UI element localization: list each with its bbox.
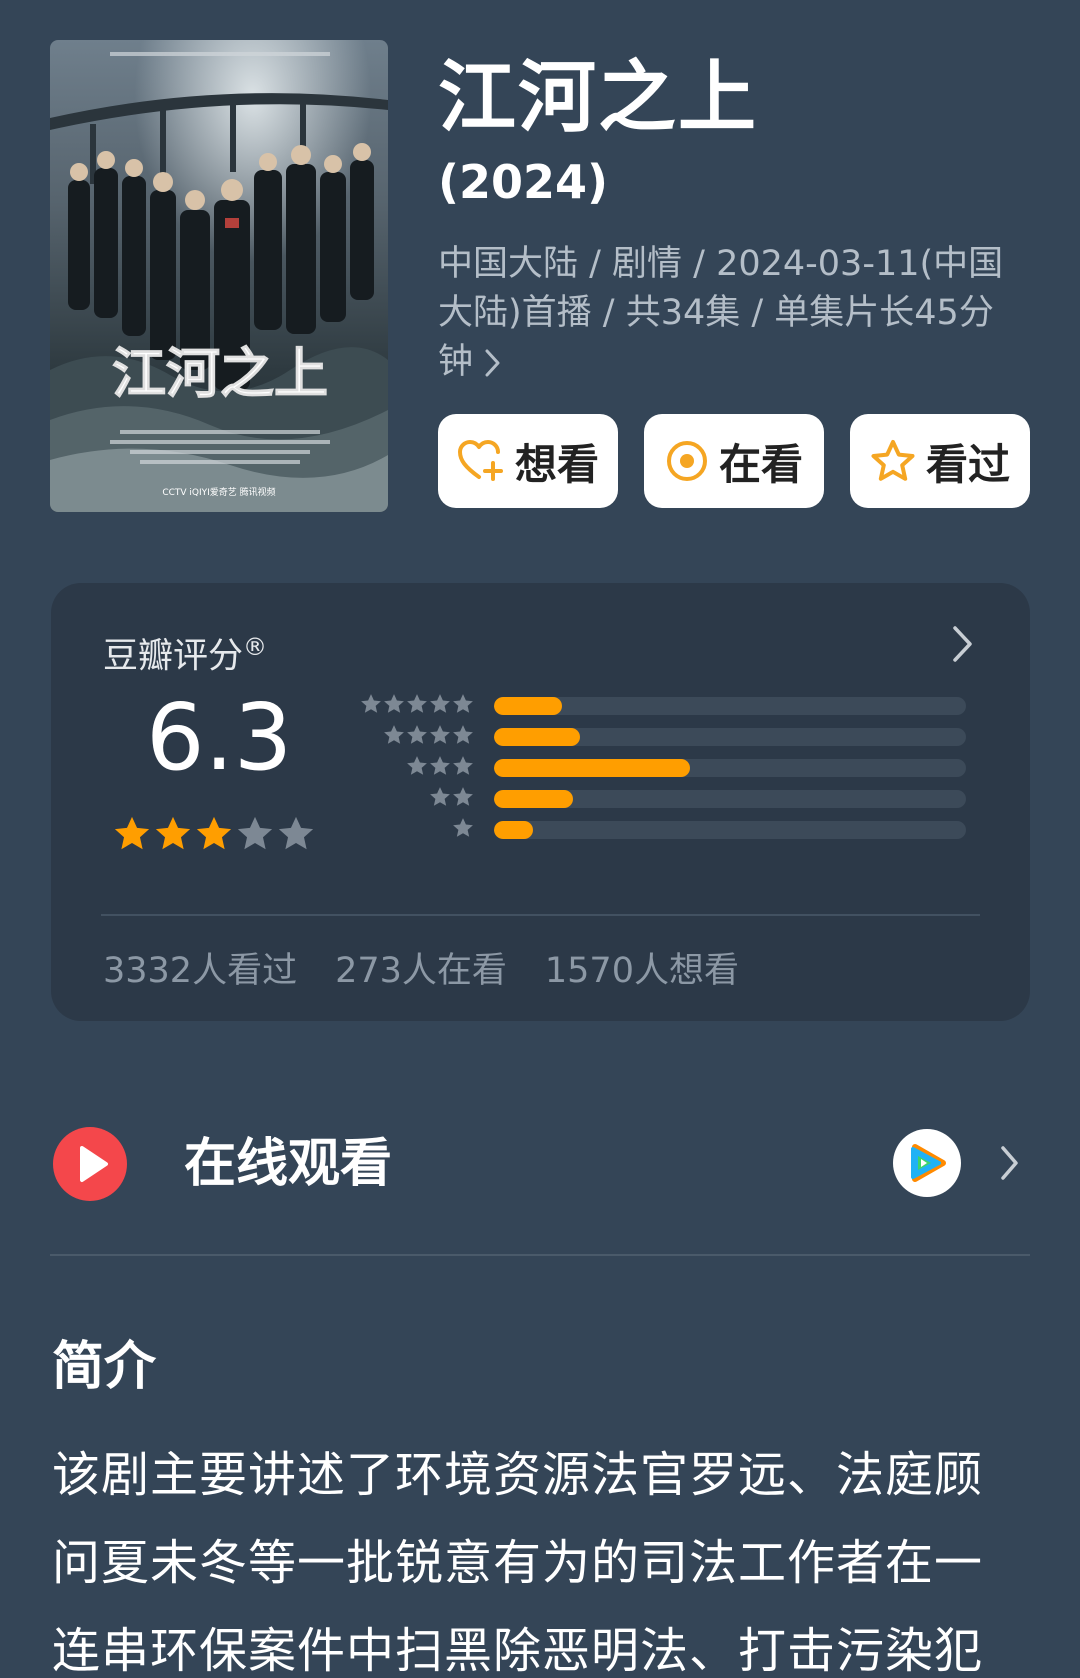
page-title: 江河之上 bbox=[438, 53, 759, 143]
row-stars bbox=[360, 693, 474, 715]
chevron-right-icon[interactable] bbox=[952, 625, 974, 667]
watching-label: 在看 bbox=[718, 439, 803, 489]
star-empty-icon bbox=[278, 816, 314, 850]
rating-bar-fill bbox=[494, 790, 574, 808]
want-to-watch-button[interactable]: 想看 bbox=[438, 414, 618, 508]
rating-label-text: 豆瓣评分 bbox=[103, 636, 244, 677]
rating-bar-fill bbox=[494, 821, 533, 839]
score-stars bbox=[113, 815, 315, 853]
release-year: (2024) bbox=[438, 155, 609, 209]
star-small-icon bbox=[453, 725, 473, 744]
rating-label: 豆瓣评分® bbox=[103, 625, 267, 679]
star-filled-icon bbox=[155, 816, 191, 850]
play-circle-icon bbox=[52, 1126, 128, 1206]
poster-image[interactable]: 江河之上 CCTV iQIYI爱奇艺 腾讯视频 bbox=[50, 40, 388, 512]
star-small-icon bbox=[430, 756, 450, 775]
star-small-icon bbox=[430, 694, 450, 713]
rating-bar-fill bbox=[494, 759, 690, 777]
target-circle-icon bbox=[665, 439, 709, 483]
row-stars bbox=[429, 786, 474, 808]
star-small-icon bbox=[407, 725, 427, 744]
want-to-watch-label: 想看 bbox=[514, 439, 599, 489]
tencent-video-icon[interactable] bbox=[893, 1129, 961, 1197]
watched-count[interactable]: 3332人看过 bbox=[103, 949, 297, 993]
rating-row-1-stars bbox=[356, 815, 996, 846]
star-small-icon bbox=[453, 694, 473, 713]
movie-detail-page: 江河之上 CCTV iQIYI爱奇艺 腾讯视频 江河之上 (2024) 中国大陆… bbox=[0, 0, 1080, 1678]
rating-bar-track bbox=[494, 759, 966, 777]
star-empty-icon bbox=[237, 816, 273, 850]
rating-row-5-stars bbox=[356, 691, 996, 722]
rating-score: 6.3 bbox=[146, 684, 293, 791]
divider bbox=[101, 914, 980, 916]
rating-row-2-stars bbox=[356, 784, 996, 815]
star-filled-icon bbox=[196, 816, 232, 850]
rating-bar-fill bbox=[494, 728, 581, 746]
star-small-icon bbox=[361, 694, 381, 713]
star-small-icon bbox=[430, 787, 450, 806]
intro-text[interactable]: 该剧主要讲述了环境资源法官罗远、法庭顾问夏未冬等一批锐意有为的司法工作者在一连串… bbox=[52, 1431, 1030, 1678]
watch-online-label: 在线观看 bbox=[184, 1134, 393, 1194]
want-count[interactable]: 1570人想看 bbox=[545, 949, 739, 993]
rating-card[interactable]: 豆瓣评分® 6.3 3332人看过 273人在看 1570人想看 bbox=[51, 583, 1030, 1021]
star-small-icon bbox=[407, 756, 427, 775]
poster-broadcasters: CCTV iQIYI爱奇艺 腾讯视频 bbox=[162, 486, 275, 498]
registered-mark: ® bbox=[243, 633, 268, 661]
viewer-counts: 3332人看过 273人在看 1570人想看 bbox=[103, 949, 739, 993]
star-small-icon bbox=[453, 787, 473, 806]
star-small-icon bbox=[453, 818, 473, 837]
chevron-right-icon[interactable] bbox=[1000, 1145, 1020, 1185]
heart-plus-icon bbox=[457, 439, 505, 483]
rating-bar-track bbox=[494, 821, 966, 839]
watched-button[interactable]: 看过 bbox=[850, 414, 1030, 508]
rating-bar-fill bbox=[494, 697, 563, 715]
rating-bar-track bbox=[494, 697, 966, 715]
watched-label: 看过 bbox=[925, 439, 1010, 489]
star-small-icon bbox=[430, 725, 450, 744]
row-stars bbox=[406, 755, 474, 777]
star-small-icon bbox=[384, 694, 404, 713]
meta-text: 中国大陆 / 剧情 / 2024-03-11(中国大陆)首播 / 共34集 / … bbox=[438, 244, 1004, 382]
rating-row-3-stars bbox=[356, 753, 996, 784]
star-small-icon bbox=[453, 756, 473, 775]
intro-heading: 简介 bbox=[52, 1337, 157, 1397]
star-filled-icon bbox=[114, 816, 150, 850]
star-outline-icon bbox=[870, 439, 916, 483]
rating-distribution bbox=[356, 691, 996, 846]
watch-online-row[interactable]: 在线观看 bbox=[52, 1125, 1030, 1203]
row-stars bbox=[452, 817, 474, 839]
chevron-right-icon bbox=[485, 342, 501, 391]
watching-button[interactable]: 在看 bbox=[644, 414, 824, 508]
star-small-icon bbox=[384, 725, 404, 744]
poster-artwork: 江河之上 CCTV iQIYI爱奇艺 腾讯视频 bbox=[50, 40, 388, 512]
row-stars bbox=[383, 724, 474, 746]
rating-bar-track bbox=[494, 790, 966, 808]
movie-meta-info[interactable]: 中国大陆 / 剧情 / 2024-03-11(中国大陆)首播 / 共34集 / … bbox=[438, 240, 1028, 391]
watching-count[interactable]: 273人在看 bbox=[335, 949, 507, 993]
poster-title-text: 江河之上 bbox=[112, 341, 328, 405]
rating-row-4-stars bbox=[356, 722, 996, 753]
divider bbox=[50, 1254, 1030, 1256]
star-small-icon bbox=[407, 694, 427, 713]
rating-bar-track bbox=[494, 728, 966, 746]
